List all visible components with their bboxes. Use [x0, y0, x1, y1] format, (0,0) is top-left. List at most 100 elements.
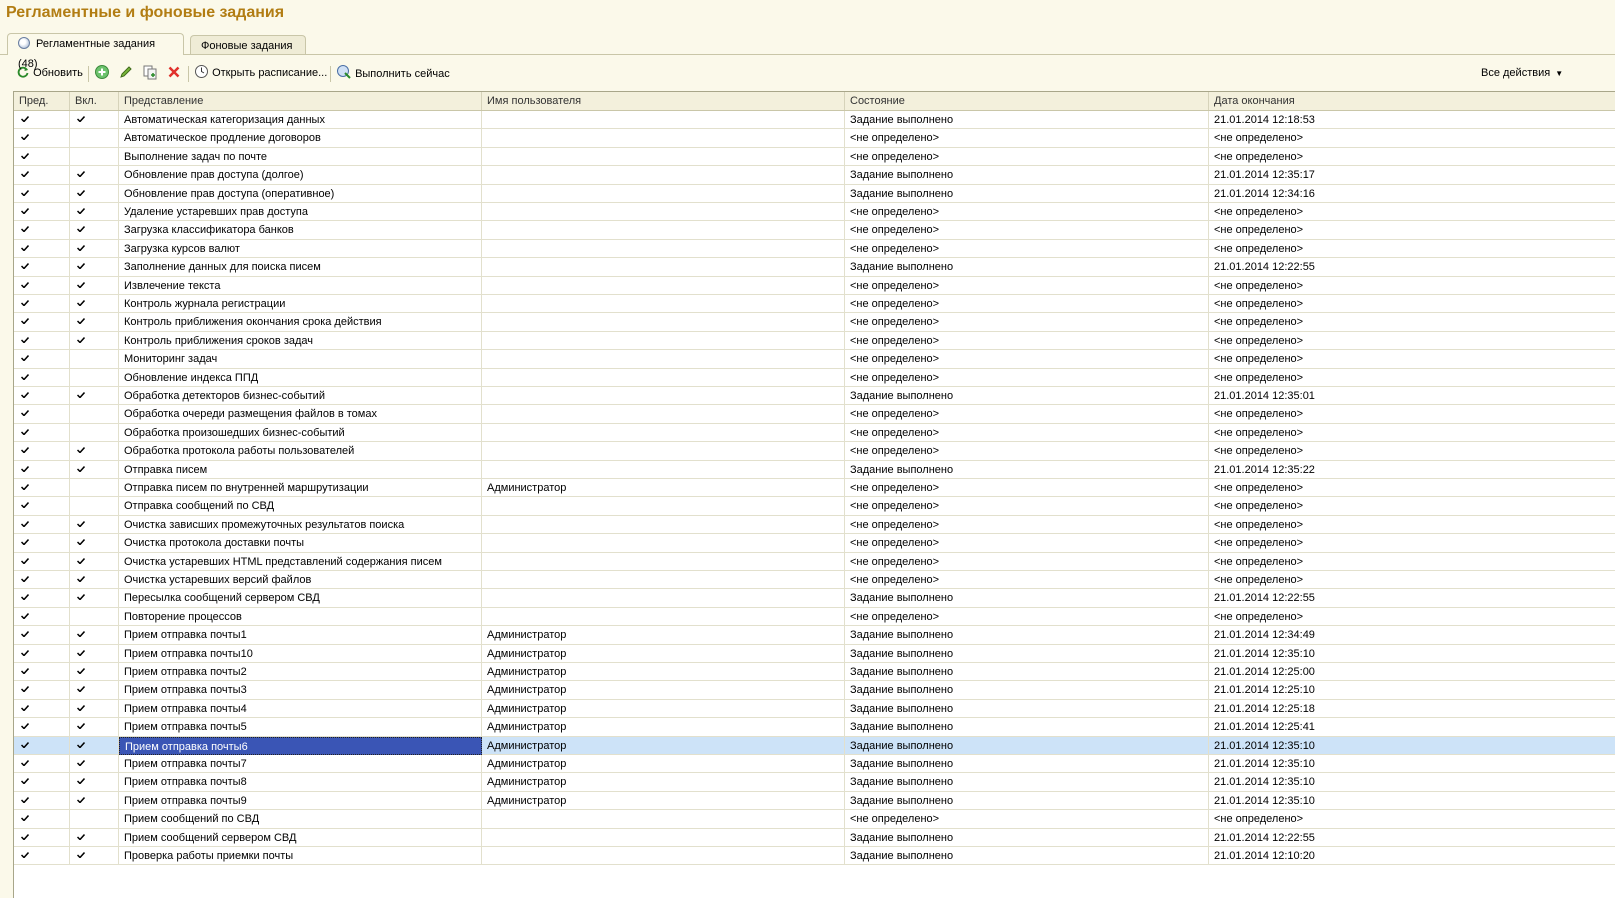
checkbox-cell-pred[interactable]	[14, 276, 70, 295]
checkbox-cell-vkl[interactable]	[70, 626, 119, 645]
checkbox-cell-pred[interactable]	[14, 368, 70, 387]
table-row[interactable]: Проверка работы приемки почты Задание вып…	[14, 847, 1615, 866]
table-row[interactable]: Прием отправка почты8 Администратор Задани…	[14, 773, 1615, 792]
cell-state[interactable]: <не определено>	[845, 295, 1209, 313]
cell-end[interactable]: 21.01.2014 12:34:49	[1209, 626, 1615, 644]
cell-name[interactable]: Обновление прав доступа (долгое)	[119, 166, 482, 185]
table-row[interactable]: Прием отправка почты5 Администратор Задани…	[14, 718, 1615, 737]
cell-end[interactable]: <не определено>	[1209, 350, 1615, 368]
table-row[interactable]: Прием отправка почты6 Администратор Задани…	[14, 736, 1615, 755]
table-row[interactable]: Прием отправка почты2 Администратор Задани…	[14, 663, 1615, 682]
cell-name[interactable]: Пересылка сообщений сервером СВД	[119, 589, 482, 608]
checkbox-cell-vkl[interactable]	[70, 663, 119, 681]
cell-user[interactable]	[482, 147, 845, 166]
column-header-user[interactable]: Имя пользователя	[482, 92, 845, 110]
cell-name[interactable]: Загрузка классификатора банков	[119, 221, 482, 240]
cell-user[interactable]	[482, 276, 845, 295]
cell-end[interactable]: <не определено>	[1209, 369, 1615, 387]
cell-end[interactable]: 21.01.2014 12:22:55	[1209, 829, 1615, 847]
checkbox-cell-pred[interactable]	[14, 479, 70, 497]
cell-end[interactable]: <не определено>	[1209, 534, 1615, 552]
cell-state[interactable]: <не определено>	[845, 147, 1209, 166]
cell-name[interactable]: Прием отправка почты1	[119, 626, 482, 645]
cell-name[interactable]: Прием отправка почты8	[119, 773, 482, 792]
cell-user[interactable]	[482, 331, 845, 350]
table-row[interactable]: Прием отправка почты3 Администратор Задани…	[14, 681, 1615, 700]
cell-name[interactable]: Отправка сообщений по СВД	[119, 497, 482, 516]
cell-end[interactable]: <не определено>	[1209, 405, 1615, 423]
open-schedule-button[interactable]: Открыть расписание...	[194, 64, 327, 82]
cell-state[interactable]: Задание выполнено	[845, 791, 1209, 810]
cell-state[interactable]: <не определено>	[845, 442, 1209, 461]
checkbox-cell-pred[interactable]	[14, 534, 70, 553]
cell-state[interactable]: Задание выполнено	[845, 644, 1209, 663]
checkbox-cell-pred[interactable]	[14, 350, 70, 369]
table-row[interactable]: Прием сообщений по СВД <не определено> <не…	[14, 810, 1615, 829]
cell-end[interactable]: <не определено>	[1209, 424, 1615, 442]
cell-state[interactable]: <не определено>	[845, 810, 1209, 829]
table-row[interactable]: Заполнение данных для поиска писем Задани…	[14, 258, 1615, 277]
column-header-pred[interactable]: Пред.	[14, 92, 70, 110]
cell-end[interactable]: 21.01.2014 12:18:53	[1209, 111, 1615, 129]
table-row[interactable]: Прием сообщений сервером СВД Задание выпо…	[14, 828, 1615, 847]
checkbox-cell-vkl[interactable]	[70, 479, 119, 497]
checkbox-cell-pred[interactable]	[14, 295, 70, 313]
cell-user[interactable]	[482, 828, 845, 847]
cell-state[interactable]: Задание выполнено	[845, 258, 1209, 277]
cell-user[interactable]: Администратор	[482, 626, 845, 645]
cell-name[interactable]: Мониторинг задач	[119, 350, 482, 369]
table-row[interactable]: Отправка писем Задание выполнено 21.01.201…	[14, 460, 1615, 479]
cell-user[interactable]	[482, 350, 845, 369]
cell-user[interactable]: Администратор	[482, 718, 845, 737]
cell-user[interactable]: Администратор	[482, 663, 845, 681]
table-row[interactable]: Очистка устаревших версий файлов <не опре…	[14, 571, 1615, 590]
checkbox-cell-pred[interactable]	[14, 258, 70, 277]
cell-name[interactable]: Очистка устаревших HTML представлений со…	[119, 552, 482, 571]
cell-state[interactable]: <не определено>	[845, 276, 1209, 295]
checkbox-cell-vkl[interactable]	[70, 258, 119, 277]
cell-name[interactable]: Прием сообщений сервером СВД	[119, 828, 482, 847]
cell-state[interactable]: <не определено>	[845, 239, 1209, 258]
cell-name[interactable]: Обновление индекса ППД	[119, 368, 482, 387]
checkbox-cell-pred[interactable]	[14, 203, 70, 221]
cell-state[interactable]: <не определено>	[845, 607, 1209, 626]
cell-user[interactable]	[482, 423, 845, 442]
checkbox-cell-pred[interactable]	[14, 828, 70, 847]
cell-state[interactable]: <не определено>	[845, 515, 1209, 534]
table-row[interactable]: Повторение процессов <не определено> <не о…	[14, 607, 1615, 627]
cell-name[interactable]: Очистка зависших промежуточных результат…	[119, 515, 482, 534]
cell-end[interactable]: <не определено>	[1209, 497, 1615, 515]
checkbox-cell-vkl[interactable]	[70, 460, 119, 479]
table-row[interactable]: Обновление прав доступа (оперативное) Зад…	[14, 184, 1615, 203]
checkbox-cell-vkl[interactable]	[70, 387, 119, 405]
cell-end[interactable]: 21.01.2014 12:35:10	[1209, 792, 1615, 810]
checkbox-cell-vkl[interactable]	[70, 699, 119, 718]
table-row[interactable]: Прием отправка почты9 Администратор Задани…	[14, 791, 1615, 811]
table-row[interactable]: Прием отправка почты4 Администратор Задани…	[14, 699, 1615, 719]
checkbox-cell-pred[interactable]	[14, 791, 70, 810]
checkbox-cell-vkl[interactable]	[70, 423, 119, 442]
cell-name[interactable]: Очистка устаревших версий файлов	[119, 571, 482, 589]
cell-user[interactable]	[482, 607, 845, 626]
cell-state[interactable]: Задание выполнено	[845, 755, 1209, 773]
cell-name[interactable]: Прием отправка почты3	[119, 681, 482, 700]
checkbox-cell-vkl[interactable]	[70, 184, 119, 203]
jobs-table[interactable]: Пред. Вкл. Представление Имя пользовател…	[13, 91, 1615, 898]
table-row[interactable]: Очистка устаревших HTML представлений со…	[14, 552, 1615, 571]
column-header-name[interactable]: Представление	[119, 92, 482, 110]
checkbox-cell-vkl[interactable]	[70, 644, 119, 663]
checkbox-cell-vkl[interactable]	[70, 552, 119, 571]
cell-end[interactable]: 21.01.2014 12:35:01	[1209, 387, 1615, 405]
cell-name[interactable]: Контроль журнала регистрации	[119, 295, 482, 313]
checkbox-cell-vkl[interactable]	[70, 442, 119, 461]
cell-user[interactable]	[482, 111, 845, 129]
cell-user[interactable]	[482, 442, 845, 461]
checkbox-cell-vkl[interactable]	[70, 313, 119, 332]
cell-user[interactable]	[482, 258, 845, 277]
add-button[interactable]	[94, 64, 110, 82]
cell-end[interactable]: 21.01.2014 12:35:10	[1209, 737, 1615, 755]
checkbox-cell-vkl[interactable]	[70, 736, 119, 755]
checkbox-cell-pred[interactable]	[14, 718, 70, 737]
checkbox-cell-pred[interactable]	[14, 166, 70, 185]
checkbox-cell-vkl[interactable]	[70, 681, 119, 700]
